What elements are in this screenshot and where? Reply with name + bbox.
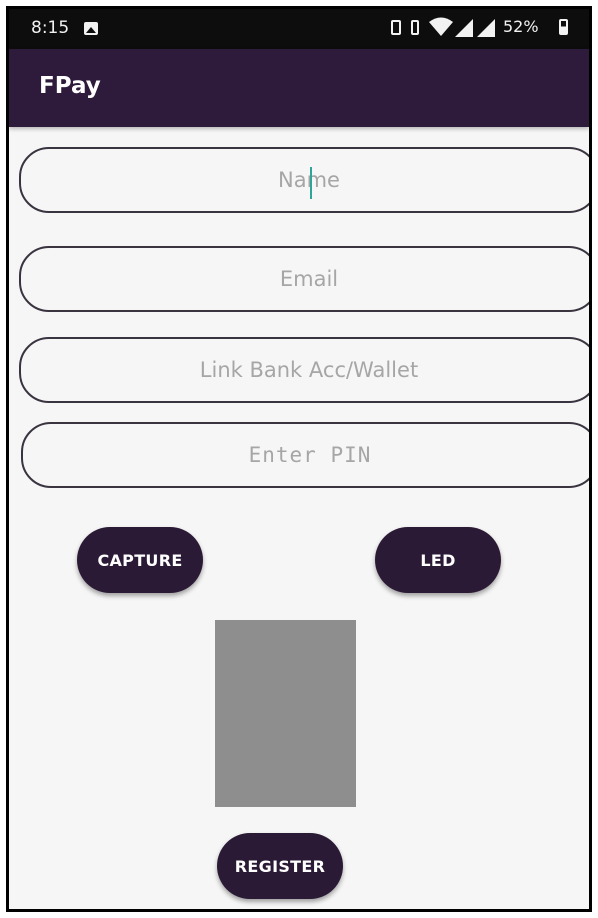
battery-icon [559, 19, 568, 35]
pin-field[interactable] [21, 422, 589, 488]
name-input[interactable] [47, 167, 571, 193]
name-field[interactable] [19, 147, 589, 213]
phone-icon [391, 20, 401, 35]
status-bar: 8:15 52% [9, 9, 589, 49]
pin-input[interactable] [49, 442, 571, 468]
bank-wallet-field[interactable] [19, 337, 589, 403]
vibrate-icon [409, 20, 421, 36]
capture-button[interactable]: CAPTURE [77, 527, 203, 593]
text-cursor [310, 167, 312, 199]
app-bar: FPay [9, 49, 589, 127]
register-button[interactable]: REGISTER [217, 833, 343, 899]
battery-percent: 52% [503, 17, 539, 36]
led-button[interactable]: LED [375, 527, 501, 593]
bank-wallet-input[interactable] [47, 357, 571, 383]
email-field[interactable] [19, 246, 589, 312]
wifi-icon [429, 17, 453, 36]
fingerprint-preview [215, 620, 356, 807]
status-time: 8:15 [31, 18, 70, 38]
signal-icon [455, 19, 473, 37]
signal-icon [477, 19, 495, 37]
email-input[interactable] [47, 266, 571, 292]
gallery-icon [84, 22, 98, 35]
app-title: FPay [39, 73, 101, 99]
phone-screen: 8:15 52% FPay CAPTURE LED REGISTER [6, 6, 592, 912]
